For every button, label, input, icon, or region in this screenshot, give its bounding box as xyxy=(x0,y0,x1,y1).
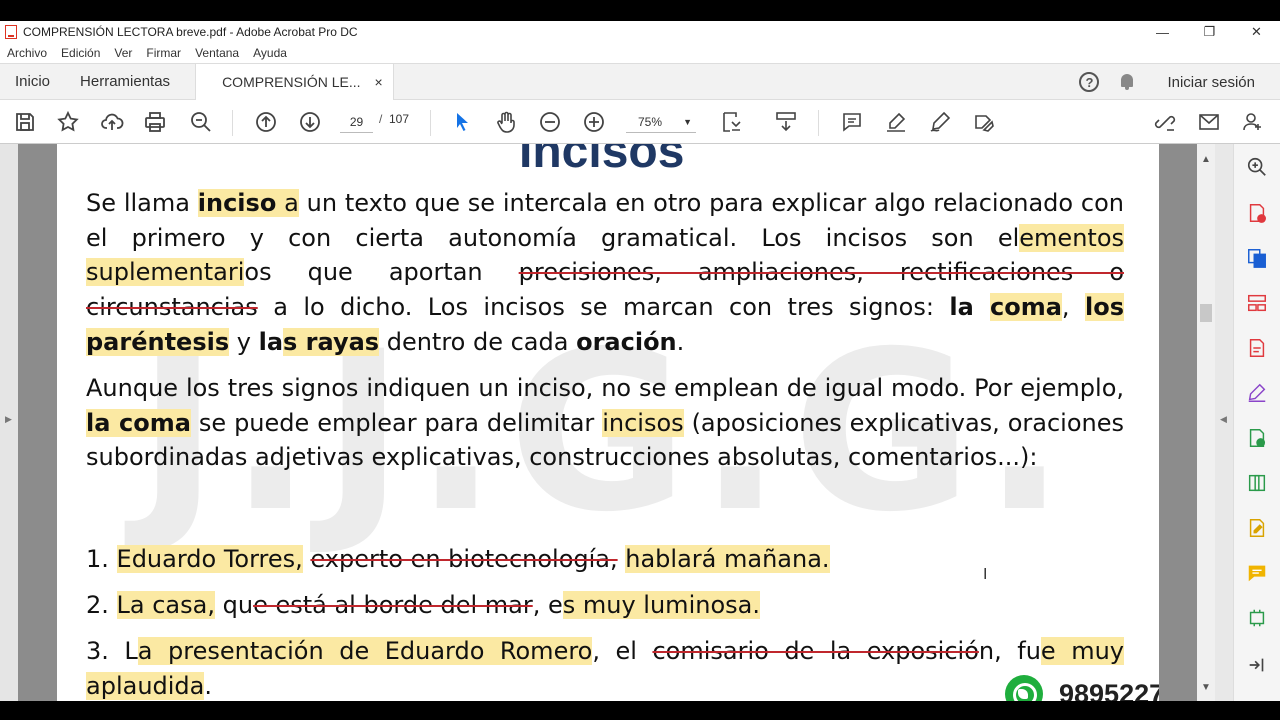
toolbar-separator xyxy=(818,110,819,136)
document-viewport[interactable]: ▶ J.J.G.G. Incisos Se llama inciso a un … xyxy=(0,144,1280,701)
more-tools-icon[interactable] xyxy=(1246,607,1268,629)
whatsapp-icon xyxy=(1005,675,1043,701)
tab-document[interactable]: COMPRENSIÓN LE... × xyxy=(195,63,394,100)
print-icon[interactable] xyxy=(143,110,167,134)
page-total: 107 xyxy=(389,112,410,126)
scroll-mode-icon[interactable] xyxy=(774,110,798,134)
save-icon[interactable] xyxy=(13,110,37,134)
zoom-out-icon[interactable] xyxy=(538,110,562,134)
tab-bar: Inicio Herramientas COMPRENSIÓN LE... × … xyxy=(0,63,1280,100)
menu-archivo[interactable]: Archivo xyxy=(7,46,47,60)
page-fit-icon[interactable] xyxy=(720,110,744,134)
chevron-down-icon: ▼ xyxy=(683,117,692,127)
page-separator: / xyxy=(379,112,383,126)
acrobat-window: COMPRENSIÓN LECTORA breve.pdf - Adobe Ac… xyxy=(0,21,1280,701)
select-cursor-icon[interactable] xyxy=(450,110,474,134)
previous-page-icon[interactable] xyxy=(254,110,278,134)
tab-bar-right: ? Iniciar sesión xyxy=(1079,64,1255,100)
bookmark-star-icon[interactable] xyxy=(56,110,80,134)
fill-sign-icon[interactable] xyxy=(1246,382,1268,404)
search-tool-icon[interactable] xyxy=(1246,156,1268,178)
comment-icon[interactable] xyxy=(840,110,864,134)
window-controls: — ❐ ✕ xyxy=(1139,21,1280,43)
menu-bar: Archivo Edición Ver Firmar Ventana Ayuda xyxy=(0,43,1280,63)
example-1: 1. Eduardo Torres, experto en biotecnolo… xyxy=(86,545,830,573)
left-panel-collapsed[interactable]: ▶ xyxy=(0,144,18,701)
menu-ver[interactable]: Ver xyxy=(114,46,132,60)
organize-pages-icon[interactable] xyxy=(1246,292,1268,314)
hand-tool-icon[interactable] xyxy=(494,110,518,134)
menu-edicion[interactable]: Edición xyxy=(61,46,100,60)
toolbar-separator xyxy=(430,110,431,136)
tab-inicio[interactable]: Inicio xyxy=(0,64,65,100)
zoom-level-select[interactable]: 75% ▼ xyxy=(626,111,696,133)
notifications-bell-icon[interactable] xyxy=(1119,73,1135,91)
close-tab-icon[interactable]: × xyxy=(375,74,383,90)
paragraph-2: Aunque los tres signos indiquen un incis… xyxy=(86,374,1125,472)
cloud-upload-icon[interactable] xyxy=(100,110,124,134)
help-icon[interactable]: ? xyxy=(1079,72,1100,92)
whatsapp-contact: 989522705 xyxy=(1005,675,1159,701)
comment-tool-icon[interactable] xyxy=(1246,562,1268,584)
collapse-right-panel-icon[interactable]: ◀ xyxy=(1220,414,1227,425)
vertical-scrollbar[interactable]: ▲ ▼ xyxy=(1197,144,1215,701)
toolbar-separator xyxy=(232,110,233,136)
example-2: 2. La casa, que está al borde del mar, e… xyxy=(86,591,760,619)
page-heading: Incisos xyxy=(519,144,685,178)
restore-button[interactable]: ❐ xyxy=(1186,21,1233,43)
combine-files-icon[interactable] xyxy=(1246,247,1268,269)
zoom-level-value: 75% xyxy=(638,115,663,129)
window-title: COMPRENSIÓN LECTORA breve.pdf - Adobe Ac… xyxy=(23,25,358,39)
pdf-page: J.J.G.G. Incisos Se llama inciso a un te… xyxy=(57,144,1159,701)
share-link-icon[interactable] xyxy=(1153,110,1177,134)
scroll-up-icon[interactable]: ▲ xyxy=(1201,154,1211,165)
close-window-button[interactable]: ✕ xyxy=(1233,21,1280,43)
menu-firmar[interactable]: Firmar xyxy=(146,46,181,60)
tab-herramientas[interactable]: Herramientas xyxy=(65,64,185,100)
example-3: 3. La presentación de Eduardo Romero, el… xyxy=(86,637,1124,700)
sign-in-button[interactable]: Iniciar sesión xyxy=(1167,74,1255,91)
draw-tool-icon[interactable] xyxy=(928,110,952,134)
title-bar: COMPRENSIÓN LECTORA breve.pdf - Adobe Ac… xyxy=(0,21,1280,43)
export-pdf-icon[interactable] xyxy=(1246,337,1268,359)
menu-ventana[interactable]: Ventana xyxy=(195,46,239,60)
email-icon[interactable] xyxy=(1197,110,1221,134)
phone-number: 989522705 xyxy=(1059,678,1159,702)
acrobat-pdf-icon xyxy=(5,25,17,39)
highlight-pen-icon[interactable] xyxy=(884,110,908,134)
zoom-in-icon[interactable] xyxy=(582,110,606,134)
zoom-search-icon[interactable] xyxy=(189,110,213,134)
next-page-icon[interactable] xyxy=(298,110,322,134)
paragraph-1: Se llama inciso a un texto que se interc… xyxy=(86,189,1124,356)
scroll-thumb[interactable] xyxy=(1200,304,1212,322)
text-cursor-icon: I xyxy=(983,566,988,583)
create-pdf-icon[interactable] xyxy=(1246,202,1268,224)
menu-ayuda[interactable]: Ayuda xyxy=(253,46,287,60)
edit-pdf-icon[interactable] xyxy=(1246,517,1268,539)
collapse-tools-icon[interactable] xyxy=(1246,654,1268,676)
minimize-button[interactable]: — xyxy=(1139,21,1186,43)
tab-document-label: COMPRENSIÓN LE... xyxy=(222,73,361,90)
add-user-icon[interactable] xyxy=(1241,110,1265,134)
main-toolbar: 29 / 107 75% ▼ xyxy=(0,100,1280,144)
tools-pane xyxy=(1233,144,1280,701)
scroll-down-icon[interactable]: ▼ xyxy=(1201,682,1211,693)
right-panel-toggle[interactable]: ◀ xyxy=(1215,144,1233,701)
compress-pdf-icon[interactable] xyxy=(1246,472,1268,494)
expand-left-panel-icon[interactable]: ▶ xyxy=(5,414,12,425)
page-number-input[interactable]: 29 xyxy=(340,111,373,133)
sign-tool-icon[interactable] xyxy=(972,110,996,134)
send-for-signature-icon[interactable] xyxy=(1246,427,1268,449)
